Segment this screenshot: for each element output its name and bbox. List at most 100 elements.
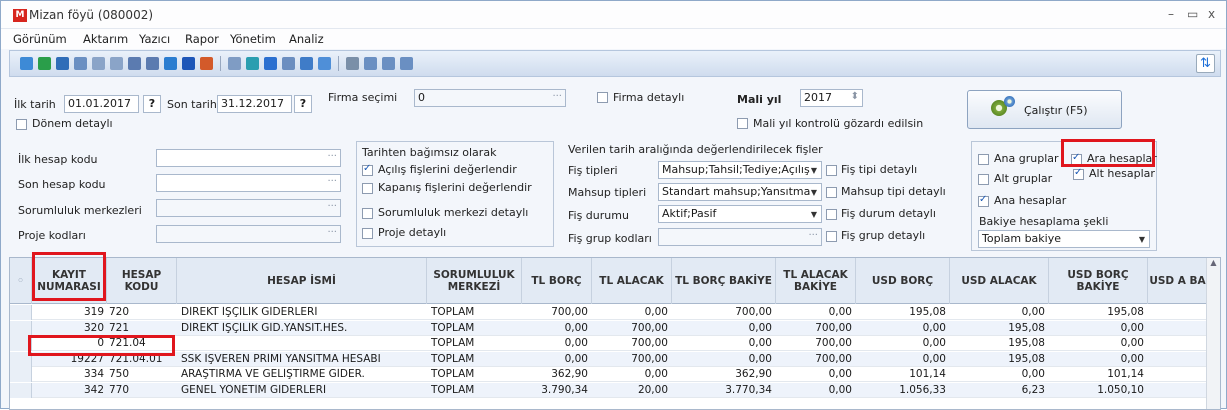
pivot-icon[interactable] xyxy=(282,57,295,70)
verilen-title: Verilen tarih aralığında değerlendirilec… xyxy=(568,143,823,156)
alt-hesaplar-checkbox[interactable] xyxy=(1073,167,1084,180)
row-indicator[interactable] xyxy=(10,367,32,382)
ellipsis-icon[interactable]: ··· xyxy=(552,90,562,104)
ellipsis-icon[interactable]: ··· xyxy=(808,229,818,243)
col-tl-alacak[interactable]: TL ALACAK xyxy=(592,258,672,304)
proje-kodlari-field[interactable]: ··· xyxy=(156,225,341,243)
calistir-button[interactable]: Çalıştır (F5) xyxy=(967,90,1122,129)
ellipsis-icon[interactable]: ··· xyxy=(327,226,337,240)
ana-hesaplar-checkbox[interactable] xyxy=(978,194,989,207)
chart-icon[interactable] xyxy=(264,57,277,70)
sort-arrows-icon[interactable]: ⇅ xyxy=(1196,54,1215,73)
table-row[interactable]: 319 720 DİREKT İŞÇİLİK GİDERLERİ TOPLAM 700,… xyxy=(10,305,1220,320)
ellipsis-icon[interactable]: ··· xyxy=(327,150,337,164)
scroll-up-icon[interactable]: ▲ xyxy=(1207,258,1220,267)
mahsup-tipleri-select[interactable]: Standart mahsup;Yansıtma ▼ xyxy=(658,183,822,201)
row-indicator[interactable] xyxy=(10,320,32,336)
cell-usd-alacak: 0,00 xyxy=(1021,368,1045,380)
minimize-button[interactable]: – xyxy=(1168,7,1174,21)
menu-gorunum[interactable]: Görünüm xyxy=(13,32,67,46)
export-icon[interactable] xyxy=(164,57,177,70)
fis-grup-detayli-checkbox[interactable] xyxy=(826,231,837,242)
menu-rapor[interactable]: Rapor xyxy=(185,32,219,46)
search-icon[interactable] xyxy=(382,57,395,70)
grid-icon[interactable] xyxy=(56,57,69,70)
close-button[interactable]: x xyxy=(1208,7,1215,21)
bakiye-select[interactable]: Toplam bakiye ▼ xyxy=(978,230,1150,248)
fis-grup-field[interactable]: ··· xyxy=(658,228,822,246)
col-tl-borc[interactable]: TL BORÇ xyxy=(522,258,592,304)
proje-detayli-checkbox[interactable] xyxy=(362,228,373,239)
col-usd-alacak[interactable]: USD ALACAK xyxy=(950,258,1049,304)
son-tarih-field[interactable]: 31.12.2017 xyxy=(217,95,292,113)
sorumluluk-detayli-checkbox[interactable] xyxy=(362,208,373,219)
print-icon[interactable] xyxy=(346,57,359,70)
son-tarih-help-button[interactable]: ? xyxy=(294,95,312,113)
col-usd-alacak-bakiye[interactable]: USD A BA xyxy=(1148,258,1208,304)
refresh-icon[interactable] xyxy=(20,57,33,70)
list-icon[interactable] xyxy=(110,57,123,70)
design-icon[interactable] xyxy=(200,57,213,70)
table-row[interactable]: 320 721 DİREKT İŞÇİLİK GİD.YANSIT.HES. TOPL… xyxy=(10,320,1220,336)
cell-usd-borc-bakiye: 1.050,10 xyxy=(1097,383,1144,396)
col-sorumluluk-merkezi[interactable]: SORUMLULUK MERKEZİ xyxy=(427,258,522,304)
mali-yil-stepper[interactable]: 2017 ⬍ xyxy=(800,89,863,107)
col-tl-borc-bakiye[interactable]: TL BORÇ BAKİYE xyxy=(672,258,776,304)
table-row[interactable]: 334 750 ARAŞTIRMA VE GELİŞTİRME GİDER. TOPL… xyxy=(10,367,1220,382)
son-hesap-kodu-field[interactable]: ··· xyxy=(156,174,341,192)
acilis-checkbox[interactable] xyxy=(362,163,373,176)
ana-gruplar-label: Ana gruplar xyxy=(994,152,1059,165)
run-icon[interactable] xyxy=(38,57,51,70)
sorumluluk-merkezleri-field[interactable]: ··· xyxy=(156,199,341,217)
preview-icon[interactable] xyxy=(364,57,377,70)
mahsup-tipi-detayli-checkbox[interactable] xyxy=(826,187,837,198)
ilk-hesap-kodu-field[interactable]: ··· xyxy=(156,149,341,167)
save-icon[interactable] xyxy=(182,57,195,70)
fis-durum-detayli-checkbox[interactable] xyxy=(826,209,837,220)
menu-yonetim[interactable]: Yönetim xyxy=(230,32,276,46)
attach-icon[interactable] xyxy=(318,57,331,70)
donem-detayli-label: Dönem detaylı xyxy=(32,117,113,130)
tree-icon[interactable] xyxy=(92,57,105,70)
donem-detayli-checkbox[interactable] xyxy=(16,119,27,130)
fis-tipi-detayli-checkbox[interactable] xyxy=(826,165,837,176)
kapanis-checkbox[interactable] xyxy=(362,183,373,194)
fis-tipleri-select[interactable]: Mahsup;Tahsil;Tediye;Açılış ▼ xyxy=(658,161,822,179)
mali-yil-kontrol-checkbox[interactable] xyxy=(737,118,748,129)
row-indicator[interactable] xyxy=(10,382,32,398)
ellipsis-icon[interactable]: ··· xyxy=(327,200,337,214)
tarihten-title: Tarihten bağımsız olarak xyxy=(362,146,497,159)
edit-icon[interactable] xyxy=(300,57,313,70)
table-row[interactable]: 0 721.04 TOPLAM 0,00 700,00 0,00 700,00 0,00 195… xyxy=(10,336,1220,351)
col-hesap-ismi[interactable]: HESAP İSMİ xyxy=(177,258,427,304)
menu-analiz[interactable]: Analiz xyxy=(289,32,324,46)
alt-gruplar-checkbox[interactable] xyxy=(978,174,989,185)
maximize-button[interactable]: ▭ xyxy=(1187,7,1198,21)
zoom-icon[interactable] xyxy=(400,57,413,70)
ilk-tarih-field[interactable]: 01.01.2017 xyxy=(64,95,139,113)
select-all-icon[interactable]: ◦ xyxy=(10,258,32,304)
firma-detayli-checkbox[interactable] xyxy=(597,92,608,103)
col-usd-borc[interactable]: USD BORÇ xyxy=(856,258,950,304)
mali-yil-value: 2017 xyxy=(804,91,832,104)
col-hesap-kodu[interactable]: HESAP KODU xyxy=(107,258,177,304)
col-usd-borc-bakiye[interactable]: USD BORÇ BAKİYE xyxy=(1049,258,1148,304)
settings-icon[interactable] xyxy=(228,57,241,70)
ilk-tarih-help-button[interactable]: ? xyxy=(143,95,161,113)
menu-aktarim[interactable]: Aktarım xyxy=(83,32,128,46)
table-row[interactable]: 342 770 GENEL YÖNETİM GİDERLERİ TOPLAM 3.790… xyxy=(10,382,1220,398)
menu-yazici[interactable]: Yazıcı xyxy=(139,32,170,46)
calc-icon[interactable] xyxy=(246,57,259,70)
row-indicator[interactable] xyxy=(10,305,32,320)
firma-secimi-field[interactable]: 0 ··· xyxy=(414,89,566,107)
spin-icon[interactable]: ⬍ xyxy=(851,90,859,104)
table-row[interactable]: 19227 721.04.01 SSK İŞVEREN PRİMİ YANSITMA… xyxy=(10,351,1220,367)
vertical-scrollbar[interactable]: ▲ xyxy=(1206,258,1220,409)
ana-gruplar-checkbox[interactable] xyxy=(978,154,989,165)
table-icon[interactable] xyxy=(74,57,87,70)
fis-durumu-select[interactable]: Aktif;Pasif ▼ xyxy=(658,205,822,223)
filter-icon[interactable] xyxy=(128,57,141,70)
ellipsis-icon[interactable]: ··· xyxy=(327,175,337,189)
col-tl-alacak-bakiye[interactable]: TL ALACAK BAKİYE xyxy=(776,258,856,304)
filter-clear-icon[interactable] xyxy=(146,57,159,70)
